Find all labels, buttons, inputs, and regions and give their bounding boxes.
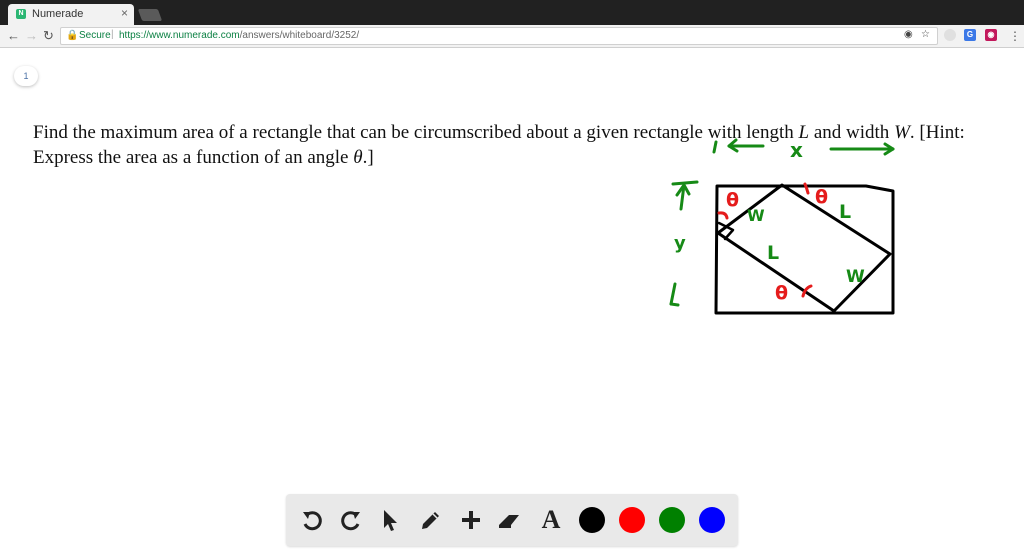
top-right-L-label: L (839, 201, 851, 223)
theta-bottom-label: θ (775, 282, 788, 304)
color-blue-swatch[interactable] (699, 507, 725, 533)
pencil-icon[interactable] (418, 507, 444, 533)
pointer-icon[interactable] (377, 507, 403, 533)
redo-icon[interactable] (338, 507, 364, 533)
x-label: x (790, 138, 803, 162)
undo-icon[interactable] (299, 507, 325, 533)
theta-top-left-label: θ (726, 189, 739, 211)
left-W-label: W (747, 206, 765, 225)
whiteboard-sketch[interactable]: x y L W L W θ θ θ (0, 0, 1024, 554)
color-green-swatch[interactable] (659, 507, 685, 533)
theta-top-right-label: θ (815, 186, 828, 208)
drawing-toolbar: A (286, 494, 738, 546)
text-tool[interactable]: A (538, 505, 564, 534)
right-W-label: W (846, 267, 865, 287)
color-red-swatch[interactable] (619, 507, 645, 533)
middle-L-label: L (767, 242, 779, 264)
eraser-icon[interactable] (497, 507, 523, 533)
add-icon[interactable] (458, 507, 484, 533)
color-black-swatch[interactable] (579, 507, 605, 533)
y-label: y (674, 233, 686, 254)
